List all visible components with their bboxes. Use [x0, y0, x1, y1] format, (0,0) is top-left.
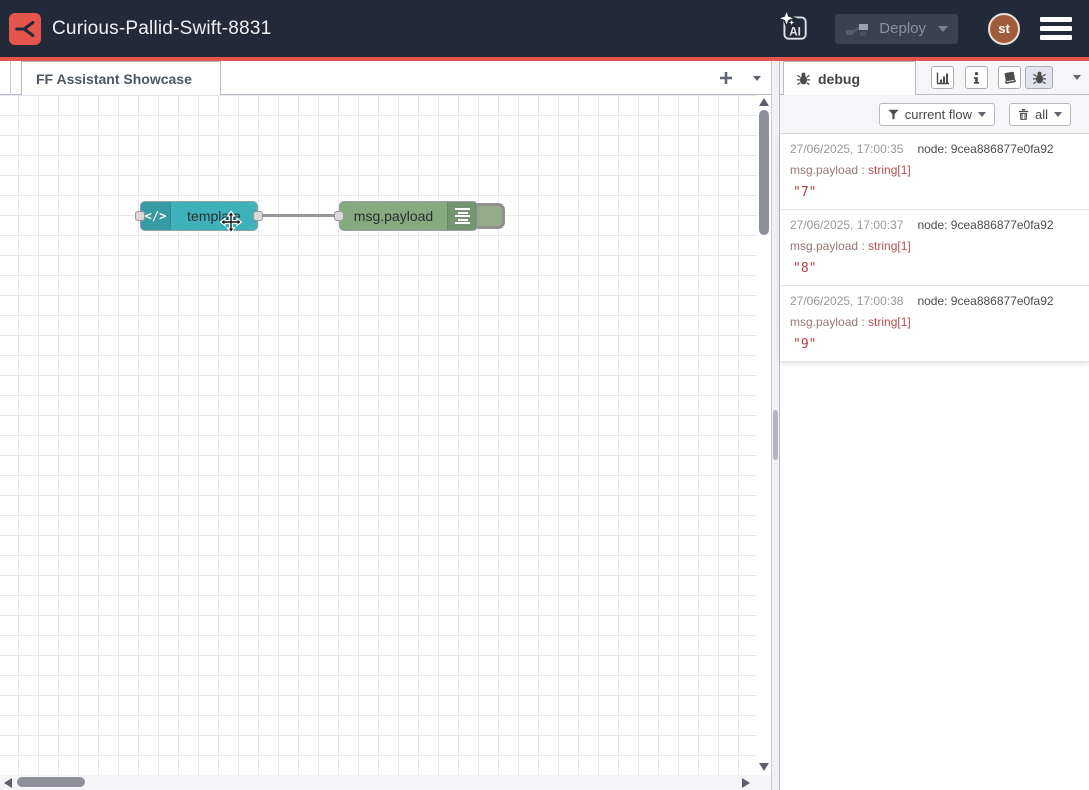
main-area: FF Assistant Showcase: [0, 61, 1089, 790]
deploy-label: Deploy: [879, 20, 926, 37]
workspace: FF Assistant Showcase: [0, 61, 771, 790]
debug-message[interactable]: 27/06/2025, 17:00:38 node: 9cea886877e0f…: [780, 286, 1089, 362]
horizontal-scroll-thumb[interactable]: [17, 777, 85, 787]
template-icon-region: </>: [141, 202, 171, 230]
scroll-right-arrow-icon[interactable]: [742, 778, 750, 788]
trash-icon: [1018, 108, 1029, 121]
debug-icon-region: [447, 202, 477, 230]
message-value: "7": [790, 185, 1079, 200]
node-red-editor: Curious-Pallid-Swift-8831 AI Deploy: [0, 0, 1089, 790]
bug-icon: [1032, 70, 1047, 85]
tabstrip-edge: [10, 61, 11, 95]
flow-tab-bar: FF Assistant Showcase: [0, 61, 771, 95]
help-panel-button[interactable]: [998, 66, 1021, 89]
canvas-horizontal-scrollbar[interactable]: [0, 775, 771, 790]
message-timestamp: 27/06/2025, 17:00:37: [790, 218, 903, 232]
sidebar-tab-bar: debug: [780, 61, 1089, 95]
flow-tab-label: FF Assistant Showcase: [36, 71, 192, 87]
app-logo-icon[interactable]: [9, 13, 41, 45]
wire-template-to-debug[interactable]: [258, 214, 344, 217]
message-property: msg.payload :: [790, 239, 868, 253]
scroll-left-arrow-icon[interactable]: [4, 778, 12, 788]
message-type: string[1]: [868, 315, 911, 329]
console-lines-icon: [455, 207, 470, 226]
template-output-port[interactable]: [253, 211, 263, 221]
scroll-up-arrow-icon[interactable]: [759, 98, 769, 106]
add-flow-button[interactable]: [719, 71, 733, 85]
message-node-id: node: 9cea886877e0fa92: [917, 294, 1053, 308]
info-icon: [973, 71, 980, 85]
message-node-id: node: 9cea886877e0fa92: [917, 142, 1053, 156]
template-input-port[interactable]: [135, 211, 145, 221]
debug-message[interactable]: 27/06/2025, 17:00:35 node: 9cea886877e0f…: [780, 134, 1089, 210]
instance-title: Curious-Pallid-Swift-8831: [52, 18, 271, 40]
chevron-down-icon: [1054, 112, 1062, 117]
chevron-down-icon: [753, 76, 761, 81]
sidebar-menu-chevron-icon[interactable]: [1073, 75, 1081, 80]
chevron-down-icon: [978, 112, 986, 117]
plus-icon: [719, 71, 733, 85]
message-type: string[1]: [868, 239, 911, 253]
branch-icon: [14, 18, 36, 40]
message-property: msg.payload :: [790, 163, 868, 177]
main-menu-button[interactable]: [1040, 13, 1072, 44]
debug-message-list: 27/06/2025, 17:00:35 node: 9cea886877e0f…: [780, 133, 1089, 362]
header-actions: AI Deploy st: [777, 10, 1089, 47]
message-type: string[1]: [868, 163, 911, 177]
flow-canvas[interactable]: </> template msg.payload: [0, 95, 757, 775]
debug-filter-button[interactable]: current flow: [879, 103, 995, 126]
sidebar-splitter[interactable]: [771, 61, 780, 790]
user-avatar[interactable]: st: [988, 13, 1020, 45]
message-property: msg.payload :: [790, 315, 868, 329]
message-timestamp: 27/06/2025, 17:00:35: [790, 142, 903, 156]
node-label: template: [171, 208, 257, 224]
clear-label: all: [1035, 107, 1048, 122]
vertical-scroll-thumb[interactable]: [759, 110, 769, 235]
filter-label: current flow: [905, 107, 972, 122]
hamburger-icon: [1040, 17, 1072, 22]
node-label: msg.payload: [340, 208, 447, 224]
deploy-nodes-icon: [845, 21, 869, 37]
tab-debug[interactable]: debug: [783, 61, 916, 95]
tab-ff-assistant-showcase[interactable]: FF Assistant Showcase: [21, 61, 221, 95]
info-panel-button[interactable]: [965, 66, 988, 89]
deploy-chevron-down-icon[interactable]: [938, 26, 948, 32]
splitter-drag-handle[interactable]: [773, 410, 778, 460]
code-icon: </>: [145, 209, 167, 223]
ai-icon-label: AI: [790, 26, 802, 39]
bar-chart-icon: [936, 71, 950, 85]
bug-icon: [796, 71, 811, 86]
debug-panel-button[interactable]: [1025, 66, 1053, 89]
debug-input-port[interactable]: [334, 211, 344, 221]
message-node-id: node: 9cea886877e0fa92: [917, 218, 1053, 232]
book-icon: [1002, 71, 1017, 85]
sidebar: debug: [780, 61, 1089, 790]
message-value: "9": [790, 337, 1079, 352]
header: Curious-Pallid-Swift-8831 AI Deploy: [0, 0, 1089, 57]
node-template[interactable]: </> template: [140, 201, 258, 231]
canvas-vertical-scrollbar[interactable]: [757, 95, 771, 775]
dashboard-panel-button[interactable]: [931, 66, 954, 89]
message-timestamp: 27/06/2025, 17:00:38: [790, 294, 903, 308]
debug-clear-button[interactable]: all: [1009, 103, 1071, 126]
filter-funnel-icon: [888, 109, 899, 120]
debug-toolbar: current flow all: [780, 95, 1089, 133]
deploy-button[interactable]: Deploy: [835, 14, 958, 44]
scroll-down-arrow-icon[interactable]: [759, 763, 769, 771]
debug-tab-label: debug: [818, 71, 860, 87]
flow-list-button[interactable]: [753, 76, 761, 81]
ai-assistant-button[interactable]: AI: [777, 10, 811, 47]
tab-actions: [719, 61, 761, 95]
message-value: "8": [790, 261, 1079, 276]
debug-message[interactable]: 27/06/2025, 17:00:37 node: 9cea886877e0f…: [780, 210, 1089, 286]
node-msg-payload-debug[interactable]: msg.payload: [339, 201, 478, 231]
